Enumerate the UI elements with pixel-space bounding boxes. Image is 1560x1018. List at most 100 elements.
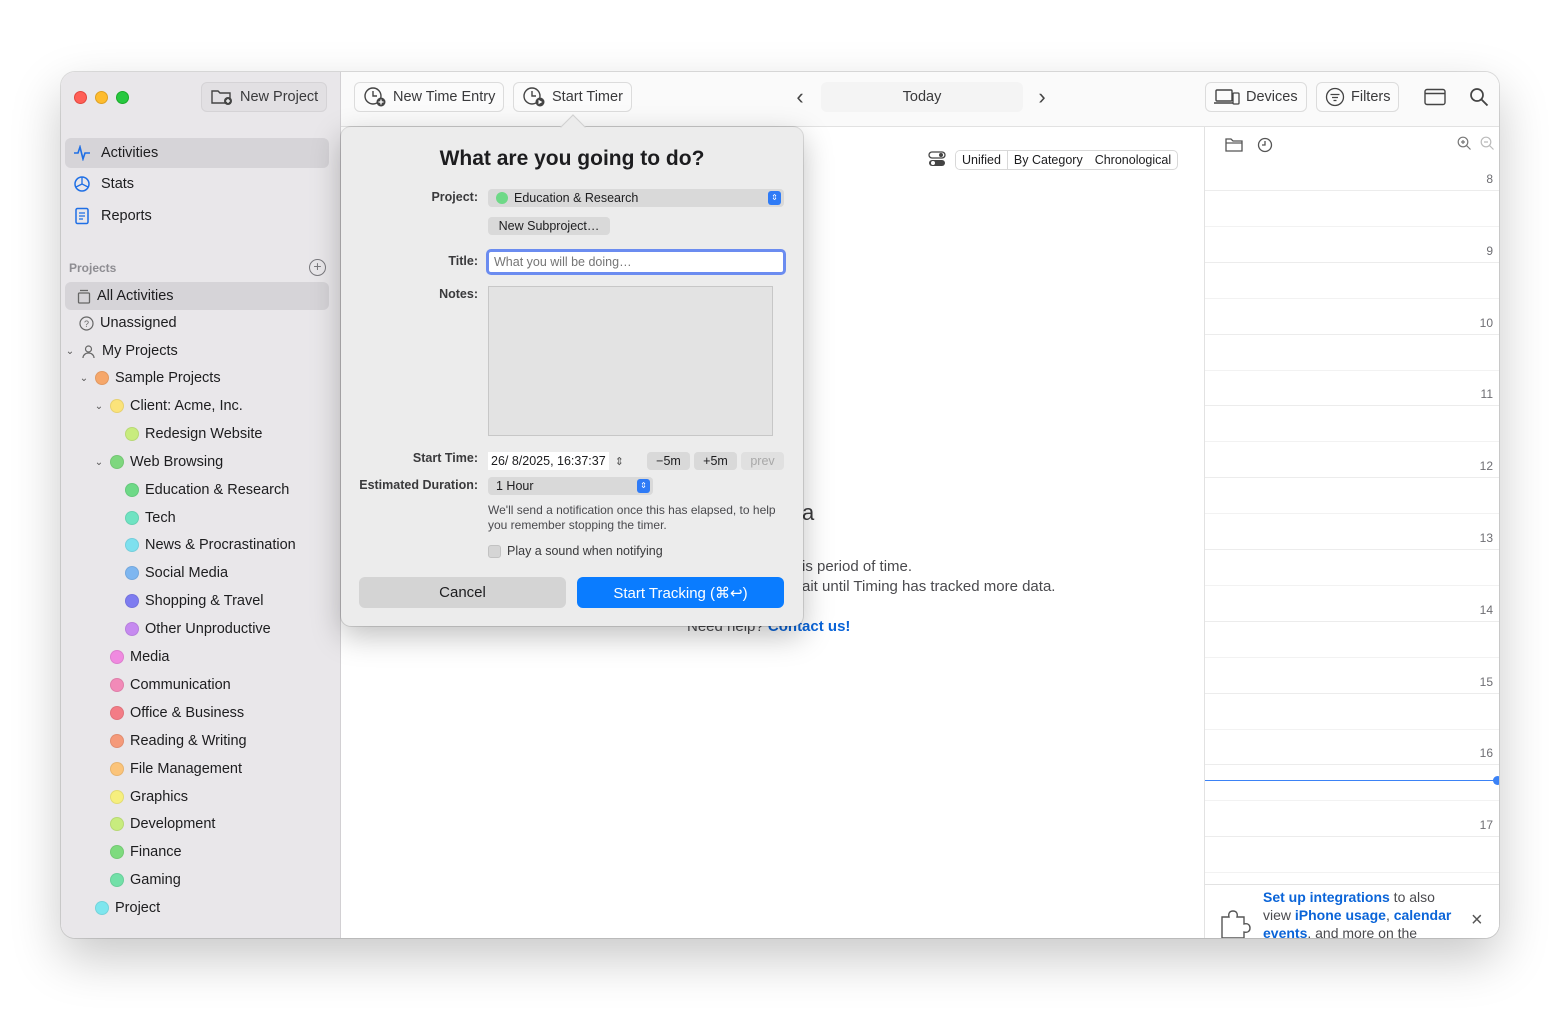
project-tree-item-label: Project [115, 900, 161, 916]
project-tree-item[interactable]: Development [110, 811, 215, 837]
chevron-down-icon[interactable]: ⌄ [94, 457, 104, 468]
sidebar-item-all-activities[interactable]: All Activities [65, 282, 329, 310]
play-sound-checkbox[interactable] [488, 544, 501, 558]
new-subproject-button[interactable]: New Subproject… [488, 217, 610, 235]
project-tree-item[interactable]: Office & Business [110, 700, 244, 726]
start-tracking-button[interactable]: Start Tracking (⌘↩) [577, 577, 784, 608]
filters-label: Filters [1351, 89, 1391, 105]
project-tree-item[interactable]: ⌄ Web Browsing [94, 449, 223, 475]
half-hour-gridline [1205, 226, 1499, 227]
project-tree-item[interactable]: Social Media [125, 560, 228, 586]
add-project-icon[interactable]: + [309, 259, 326, 276]
segment-chronological[interactable]: Chronological [1089, 151, 1177, 169]
project-tree-item-label: Education & Research [145, 482, 290, 498]
project-tree-item[interactable]: Other Unproductive [125, 616, 271, 642]
close-window-button[interactable] [74, 91, 87, 104]
cancel-label: Cancel [439, 584, 486, 601]
project-tree-item[interactable]: Redesign Website [125, 421, 262, 447]
new-folder-icon [210, 88, 234, 106]
view-toggle-icon[interactable] [928, 151, 946, 167]
filters-button[interactable]: Filters [1316, 82, 1400, 112]
new-time-entry-button[interactable]: New Time Entry [354, 82, 505, 112]
title-input[interactable] [486, 249, 786, 275]
time-stepper-icon[interactable]: ⇕ [615, 455, 624, 468]
project-tree-item[interactable]: News & Procrastination [125, 532, 296, 558]
close-icon[interactable]: × [1471, 909, 1483, 932]
half-hour-gridline [1205, 657, 1499, 658]
folder-icon[interactable] [1225, 137, 1243, 152]
project-tree-item[interactable]: Tech [125, 505, 176, 531]
hour-label: 13 [1479, 531, 1493, 545]
new-time-entry-label: New Time Entry [393, 89, 496, 105]
project-tree-item[interactable]: ⌄ Sample Projects [79, 365, 221, 391]
minimize-window-button[interactable] [95, 91, 108, 104]
segment-unified[interactable]: Unified [956, 151, 1008, 169]
sidebar-item-reports[interactable]: Reports [65, 201, 329, 231]
events-link[interactable]: events [1263, 925, 1307, 938]
half-hour-gridline [1205, 441, 1499, 442]
project-tree-item-label: Media [130, 649, 170, 665]
new-subproject-label: New Subproject… [498, 219, 600, 233]
project-select[interactable]: Education & Research ⇕ [488, 189, 784, 207]
sidebar-item-label: My Projects [102, 343, 178, 359]
project-tree-item[interactable]: Communication [110, 672, 231, 698]
project-tree-item-label: Web Browsing [130, 454, 224, 470]
sidebar-item-stats[interactable]: Stats [65, 169, 329, 199]
sidebar-item-label: Activities [101, 145, 159, 161]
empty-state-heading: a [802, 500, 815, 525]
notes-textarea[interactable] [488, 286, 773, 436]
previous-day-button[interactable]: ‹ [783, 82, 817, 112]
zoom-out-icon[interactable] [1480, 136, 1495, 151]
project-tree-item[interactable]: Reading & Writing [110, 728, 247, 754]
start-time-field[interactable]: 26/ 8/2025, 16:37:37 [488, 452, 609, 470]
zoom-window-button[interactable] [116, 91, 129, 104]
project-tree-item[interactable]: Media [110, 644, 170, 670]
project-tree-item[interactable]: Project [95, 895, 160, 921]
project-tree-item-label: Tech [145, 510, 176, 526]
chevron-down-icon[interactable]: ⌄ [94, 401, 104, 412]
title-label: Title: [448, 254, 478, 268]
new-project-button[interactable]: New Project [201, 82, 328, 112]
setup-integrations-link[interactable]: Set up integrations [1263, 889, 1390, 905]
sidebar-item-activities[interactable]: Activities [65, 138, 329, 168]
chevron-down-icon[interactable]: ⌄ [79, 373, 89, 384]
project-tree-item[interactable]: Shopping & Travel [125, 588, 264, 614]
project-tree-item[interactable]: Education & Research [125, 477, 289, 503]
integrations-banner: Set up integrations to also view iPhone … [1205, 884, 1499, 938]
duration-select[interactable]: 1 Hour ⇕ [488, 477, 653, 495]
project-tree-item[interactable]: ⌄ Client: Acme, Inc. [94, 393, 243, 419]
segment-by-category[interactable]: By Category [1008, 151, 1089, 169]
project-tree-item[interactable]: Gaming [110, 867, 181, 893]
zoom-in-icon[interactable] [1457, 136, 1472, 151]
sidebar-item-unassigned[interactable]: ? Unassigned [79, 310, 177, 336]
start-timer-button[interactable]: Start Timer [513, 82, 632, 112]
today-button[interactable]: Today [821, 82, 1023, 112]
toggle-sidebar-button[interactable] [1416, 82, 1454, 112]
chevron-down-icon[interactable]: ⌄ [65, 346, 75, 357]
project-tree-item[interactable]: Graphics [110, 784, 188, 810]
iphone-usage-link[interactable]: iPhone usage [1295, 907, 1386, 923]
prev-label: prev [750, 454, 775, 468]
project-color-dot [125, 511, 139, 525]
play-sound-label: Play a sound when notifying [507, 544, 663, 558]
cancel-button[interactable]: Cancel [359, 577, 566, 608]
prev-button[interactable]: prev [741, 452, 784, 470]
calendar-link[interactable]: calendar [1394, 907, 1452, 923]
select-stepper-icon: ⇕ [768, 191, 781, 205]
devices-button[interactable]: Devices [1205, 82, 1307, 112]
sidebar-item-my-projects[interactable]: ⌄ My Projects [65, 338, 178, 364]
integrations-text-part: to also [1389, 889, 1435, 905]
minus-5m-button[interactable]: −5m [647, 452, 690, 470]
project-tree-item[interactable]: File Management [110, 756, 242, 782]
project-tree-item[interactable]: Finance [110, 839, 182, 865]
project-color-dot [125, 483, 139, 497]
next-day-button[interactable]: › [1025, 82, 1059, 112]
search-button[interactable] [1461, 82, 1497, 112]
project-color-dot [125, 566, 139, 580]
hour-gridline [1205, 764, 1499, 765]
clock-icon[interactable] [1257, 137, 1273, 153]
hour-gridline [1205, 549, 1499, 550]
project-color-dot [95, 371, 109, 385]
plus-5m-button[interactable]: +5m [694, 452, 737, 470]
project-tree-item-label: Sample Projects [115, 370, 221, 386]
